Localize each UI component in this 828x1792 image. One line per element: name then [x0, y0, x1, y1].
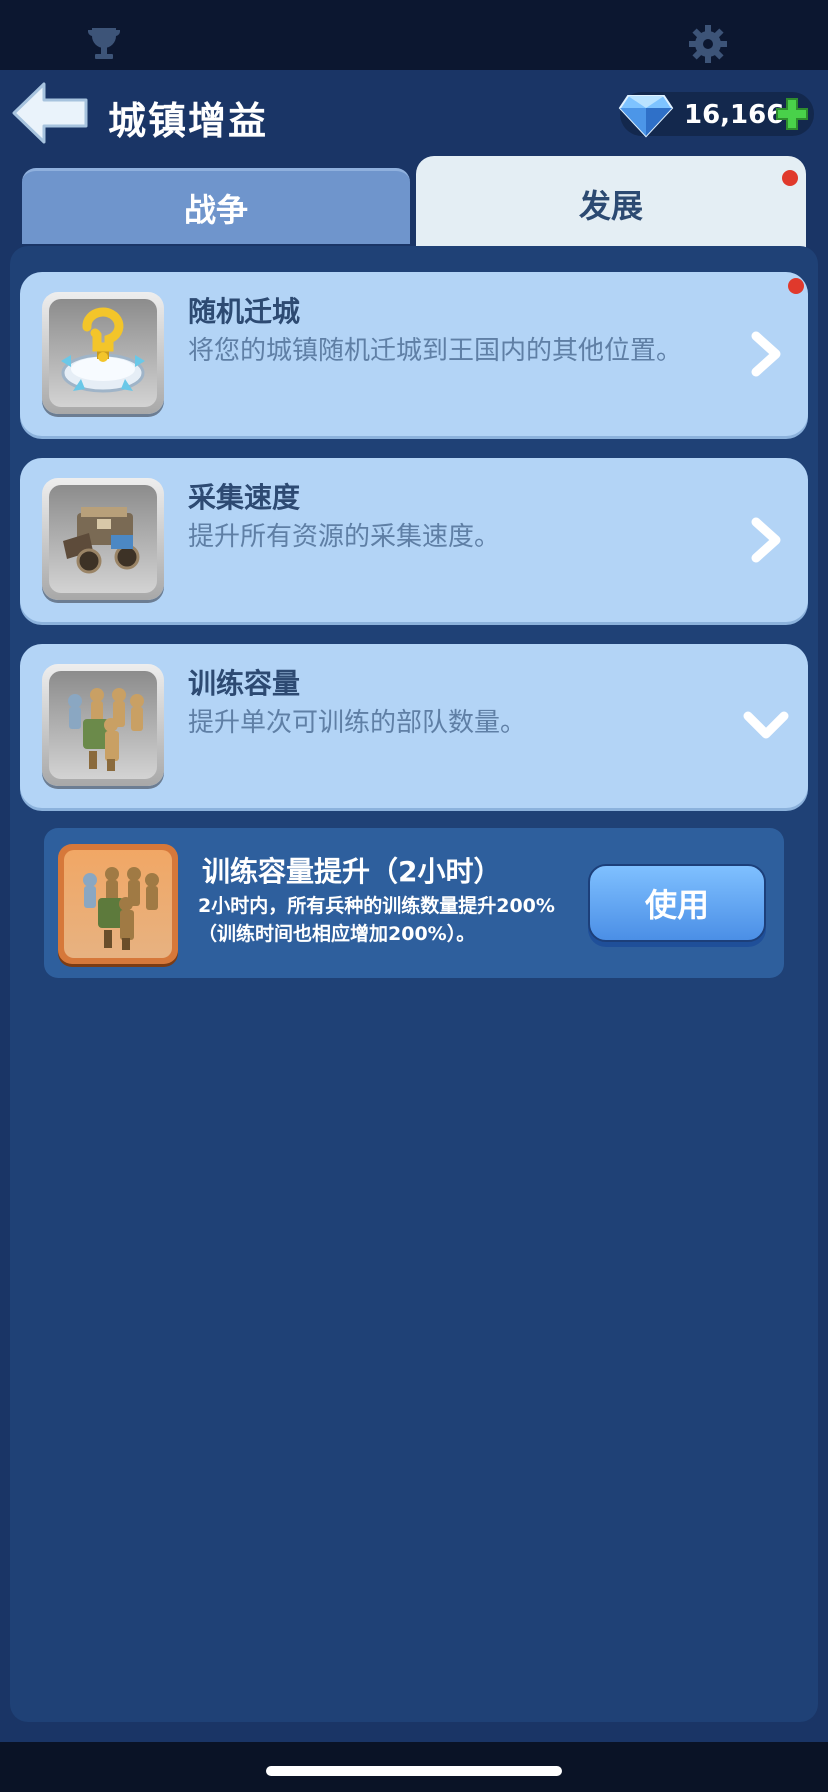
tab-war-label: 战争 [183, 190, 248, 229]
back-arrow-icon[interactable] [10, 80, 90, 146]
boost-icon-frame [58, 844, 178, 964]
list-item-training-capacity[interactable]: 训练容量 提升单次可训练的部队数量。 [20, 644, 808, 808]
item-description: 提升单次可训练的部队数量。 [188, 708, 527, 738]
troops-icon [49, 671, 157, 779]
tab-notification-dot [782, 170, 798, 186]
item-notification-dot [788, 278, 804, 294]
item-icon-frame [42, 478, 164, 600]
chevron-right-icon [751, 517, 781, 563]
relocate-icon [49, 299, 157, 407]
item-description: 提升所有资源的采集速度。 [188, 522, 501, 552]
use-button[interactable]: 使用 [588, 864, 766, 942]
use-button-label: 使用 [644, 886, 709, 924]
add-gems-plus-icon[interactable] [774, 96, 810, 132]
item-title: 随机迁城 [188, 295, 301, 328]
gem-count: 16,166 [684, 100, 785, 130]
home-indicator[interactable] [266, 1766, 562, 1776]
top-bar [0, 0, 828, 70]
boost-description: 2小时内，所有兵种的训练数量提升200% （训练时间也相应增加200%）。 [198, 892, 555, 948]
gather-cart-icon [49, 485, 157, 593]
boost-description-line-2: （训练时间也相应增加200%）。 [198, 923, 476, 945]
troops-icon [64, 850, 172, 958]
tab-development-label: 发展 [578, 187, 643, 225]
item-icon-frame [42, 664, 164, 786]
item-icon-frame [42, 292, 164, 414]
list-item-random-relocate[interactable]: 随机迁城 将您的城镇随机迁城到王国内的其他位置。 [20, 272, 808, 436]
boost-description-line-1: 2小时内，所有兵种的训练数量提升200% [198, 895, 555, 917]
chevron-right-icon [751, 331, 781, 377]
list-item-gather-speed[interactable]: 采集速度 提升所有资源的采集速度。 [20, 458, 808, 622]
boost-title: 训练容量提升（2小时） [202, 855, 502, 888]
item-description: 将您的城镇随机迁城到王国内的其他位置。 [188, 336, 683, 366]
item-title: 采集速度 [188, 481, 301, 514]
page-title: 城镇增益 [108, 99, 269, 143]
diamond-icon [618, 95, 674, 138]
training-capacity-boost-card: 训练容量提升（2小时） 2小时内，所有兵种的训练数量提升200% （训练时间也相… [44, 828, 784, 978]
chevron-down-icon [743, 711, 789, 739]
trophy-icon[interactable] [80, 20, 128, 68]
tab-development[interactable]: 发展 [416, 156, 806, 252]
item-title: 训练容量 [188, 667, 301, 700]
tab-war[interactable]: 战争 [22, 168, 410, 244]
gear-icon[interactable] [684, 20, 732, 68]
